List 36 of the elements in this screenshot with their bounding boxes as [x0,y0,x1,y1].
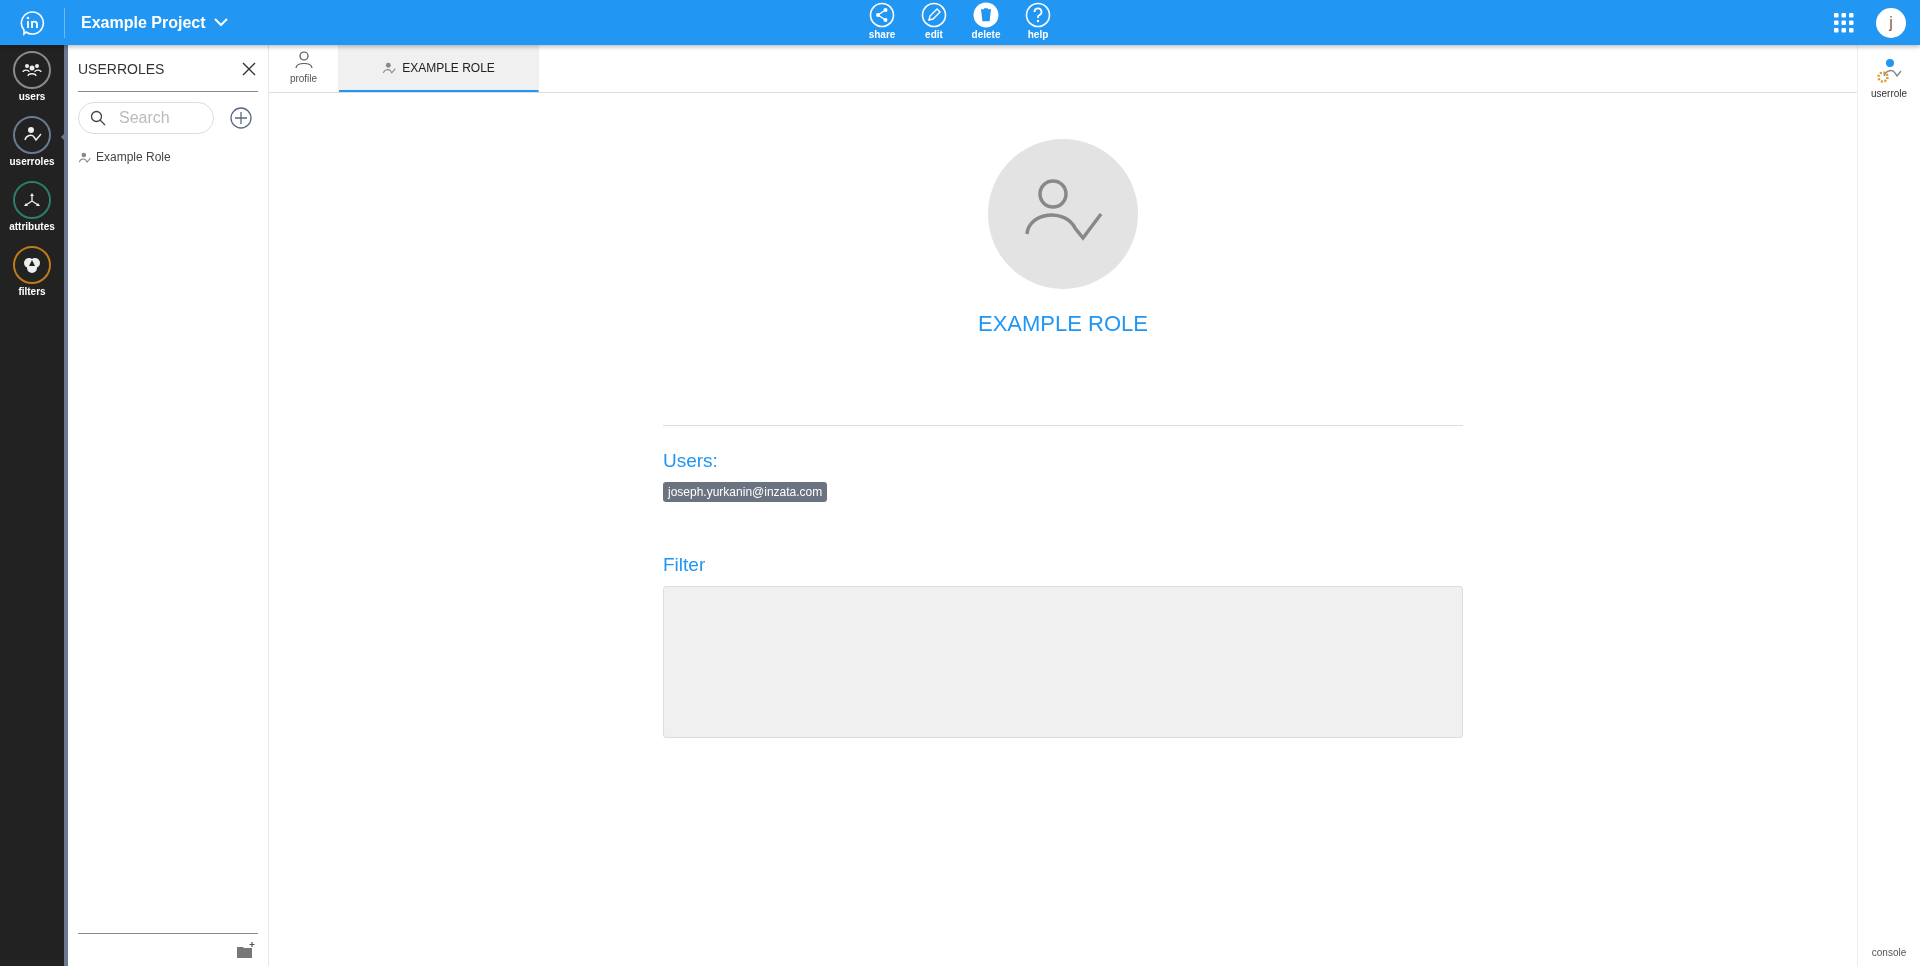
folder-plus-icon [236,941,256,959]
close-icon [242,62,256,76]
plus-circle-icon [230,107,252,129]
network-icon [22,191,42,209]
filter-heading: Filter [663,554,707,576]
help-icon [1025,2,1051,28]
userrole-button[interactable]: userrole [1864,57,1914,100]
role-title: EXAMPLE ROLE [978,311,1148,337]
role-icon [78,150,91,164]
console-label: console [1871,947,1907,958]
apps-grid-icon[interactable] [1834,12,1854,33]
search-icon [90,110,106,126]
people-icon [22,62,42,78]
search-field[interactable]: Search [78,102,214,134]
pencil-icon [921,2,947,28]
share-icon [869,2,895,28]
chevron-down-icon [213,18,228,27]
close-button[interactable] [240,60,258,78]
user-tag: joseph.yurkanin@inzata.com [663,482,828,502]
venn-icon [22,256,42,274]
nav-item[interactable]: userroles [0,116,64,167]
nav-item[interactable]: users [0,51,64,102]
tab[interactable]: EXAMPLE ROLE [339,45,539,92]
nav-item[interactable]: attributes [0,181,64,232]
logo-icon [19,9,45,36]
user-gear-icon [1876,58,1902,84]
person-icon [294,51,313,69]
add-button[interactable] [228,105,254,131]
role-list-item[interactable]: Example Role [96,150,171,164]
panel-title: USERROLES [78,61,165,77]
nav-item[interactable]: filters [0,246,64,297]
users-heading: Users: [663,450,719,472]
role-icon [382,60,397,75]
user-avatar[interactable]: j [1876,7,1906,38]
user-check-icon [22,126,42,144]
new-folder-button[interactable] [234,939,258,961]
